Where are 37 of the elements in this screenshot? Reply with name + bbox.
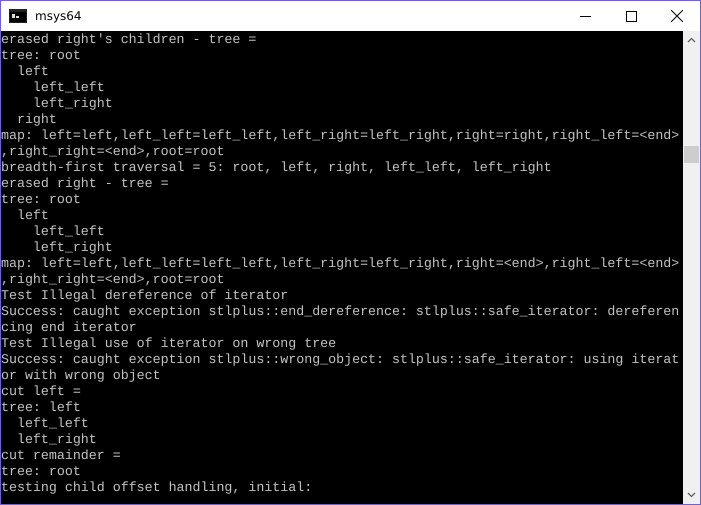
maximize-icon — [626, 10, 636, 22]
console-line: map: left=left,left_left=left_left,left_right=left_right,right=right,right_left=<end> — [1, 128, 680, 144]
console-line: Test Illegal dereference of iterator — [1, 288, 290, 304]
console-line: Success: caught exception stlplus::end_dereference: stlplus::safe_iterator: dereferen — [1, 304, 680, 320]
console-line: Success: caught exception stlplus::wrong_object: stlplus::safe_iterator: using iterat — [1, 352, 680, 368]
console-line: left_left — [32, 224, 106, 240]
console-line: Test Illegal use of iterator on wrong tree — [1, 336, 338, 352]
scrollbar-thumb[interactable] — [684, 146, 699, 163]
terminal-icon — [9, 9, 27, 23]
console-line: left_right — [16, 432, 98, 448]
console-line: left_left — [32, 80, 106, 96]
console-line: tree: left — [1, 400, 82, 416]
close-icon — [671, 10, 683, 22]
scroll-down-icon[interactable] — [687, 492, 696, 498]
console-line: left_left — [16, 416, 90, 432]
console-line: left — [16, 208, 50, 224]
console-line: ,right_right=<end>,root=root — [1, 272, 226, 288]
console-line: cut remainder = — [1, 448, 122, 464]
console-line: erased right - tree = — [1, 176, 170, 192]
console-line: cing end iterator — [1, 320, 138, 336]
console-line: map: left=left,left_left=left_left,left_right=left_right,right=<end>,right_left=<end> — [1, 256, 680, 272]
window-title: msys64 — [35, 9, 82, 23]
console-line: tree: root — [1, 48, 82, 64]
console-line: ,right_right=<end>,root=root — [1, 144, 226, 160]
console-line: erased right's children - tree = — [1, 32, 258, 48]
console-line: breadth-first traversal = 5: root, left, right, left_left, left_right — [1, 160, 553, 176]
console-line: testing child offset handling, initial: — [1, 480, 314, 496]
console-line: right — [16, 112, 58, 128]
scroll-up-icon[interactable] — [687, 37, 696, 43]
console-line: or with wrong object — [1, 368, 162, 384]
console-line: tree: root — [1, 192, 82, 208]
scrollbar[interactable] — [683, 31, 700, 504]
console-line: left — [16, 64, 50, 80]
console-line: cut left = — [1, 384, 82, 400]
console-line: tree: root — [1, 464, 82, 480]
console-line: left_right — [32, 240, 114, 256]
console-line: left_right — [32, 96, 114, 112]
